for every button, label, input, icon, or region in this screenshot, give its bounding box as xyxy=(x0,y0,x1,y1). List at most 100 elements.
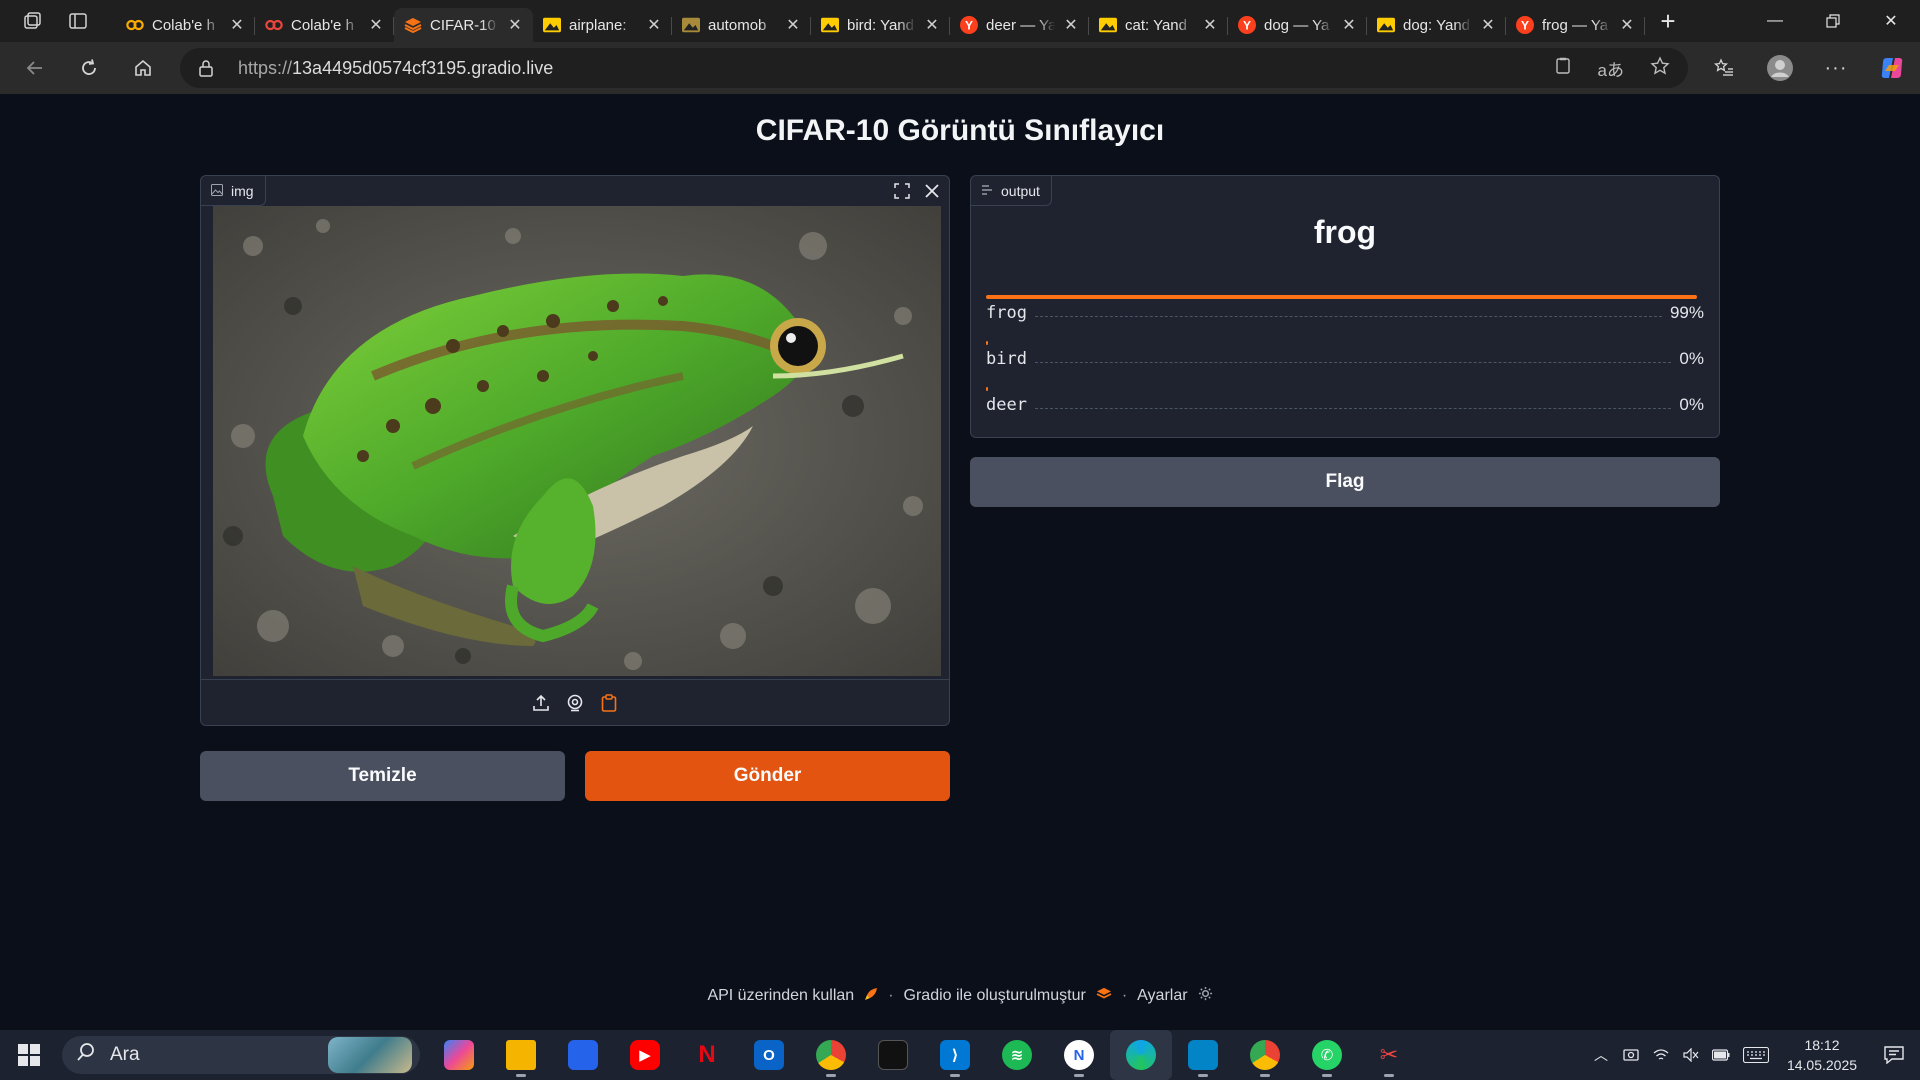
url-scheme: https:// xyxy=(238,57,293,78)
yandex-icon: Y xyxy=(1238,16,1256,34)
copilot-icon[interactable] xyxy=(1864,42,1920,94)
close-tab-icon[interactable]: ✕ xyxy=(229,17,245,34)
close-tab-icon[interactable]: ✕ xyxy=(924,17,940,34)
calendar-app-icon[interactable] xyxy=(552,1030,614,1080)
back-arrow-icon[interactable] xyxy=(8,48,62,88)
browser-tab[interactable]: airplane: ✕ xyxy=(533,8,672,42)
image-input-panel[interactable]: img xyxy=(200,175,950,726)
video-editor-icon[interactable] xyxy=(1172,1030,1234,1080)
new-tab-plus-icon[interactable]: + xyxy=(1645,0,1691,42)
vertical-tabs-icon[interactable] xyxy=(66,9,90,33)
nordvpn-icon[interactable]: N xyxy=(1048,1030,1110,1080)
clear-image-close-icon[interactable] xyxy=(921,180,943,202)
volume-muted-icon[interactable] xyxy=(1676,1030,1706,1080)
close-tab-icon[interactable]: ✕ xyxy=(1063,17,1079,34)
search-icon xyxy=(76,1042,96,1068)
upload-icon[interactable] xyxy=(531,693,551,713)
image-input-label-text: img xyxy=(231,182,254,199)
whatsapp-icon[interactable]: ✆ xyxy=(1296,1030,1358,1080)
profile-avatar-icon[interactable] xyxy=(1752,42,1808,94)
browser-tab[interactable]: Colab'e h ✕ xyxy=(255,8,394,42)
webcam-icon[interactable] xyxy=(565,693,585,713)
fullscreen-icon[interactable] xyxy=(891,180,913,202)
favorite-star-icon[interactable] xyxy=(1650,55,1670,81)
reload-icon[interactable] xyxy=(62,48,116,88)
translate-icon[interactable]: aあ xyxy=(1598,56,1624,81)
browser-tab[interactable]: dog: Yand ✕ xyxy=(1367,8,1506,42)
clear-button[interactable]: Temizle xyxy=(200,751,565,801)
spotify-icon[interactable]: ≋ xyxy=(986,1030,1048,1080)
workspaces-icon[interactable] xyxy=(20,9,44,33)
submit-button[interactable]: Gönder xyxy=(585,751,950,801)
edge-icon[interactable] xyxy=(1110,1030,1172,1080)
favorites-list-icon[interactable] xyxy=(1696,42,1752,94)
clipboard-icon[interactable] xyxy=(599,693,619,713)
built-with-gradio-link[interactable]: Gradio ile oluşturulmuştur xyxy=(904,987,1086,1005)
svg-text:Y: Y xyxy=(1521,19,1529,33)
outlook-icon[interactable]: O xyxy=(738,1030,800,1080)
snipping-tool-icon[interactable]: ✂ xyxy=(1358,1030,1420,1080)
tray-app-icon[interactable] xyxy=(1616,1030,1646,1080)
copilot-app-icon[interactable] xyxy=(428,1030,490,1080)
label-icon xyxy=(981,183,993,199)
browser-tab[interactable]: Y frog — Ya ✕ xyxy=(1506,8,1645,42)
home-icon[interactable] xyxy=(116,48,170,88)
confidence-bar xyxy=(986,387,989,391)
tab-title: automob xyxy=(708,16,767,34)
minimize-icon[interactable]: — xyxy=(1746,0,1804,42)
clock-time: 18:12 xyxy=(1804,1037,1840,1053)
file-explorer-icon[interactable] xyxy=(490,1030,552,1080)
battery-icon[interactable] xyxy=(1706,1030,1736,1080)
yandex-icon: Y xyxy=(960,16,978,34)
browser-tab[interactable]: automob ✕ xyxy=(672,8,811,42)
close-tab-icon[interactable]: ✕ xyxy=(785,17,801,34)
browser-tab[interactable]: cat: Yand ✕ xyxy=(1089,8,1228,42)
more-menu-icon[interactable]: ··· xyxy=(1808,42,1864,94)
tray-chevron-up-icon[interactable]: ︿ xyxy=(1586,1030,1616,1080)
chrome-profile-icon[interactable] xyxy=(1234,1030,1296,1080)
notifications-icon[interactable] xyxy=(1868,1030,1920,1080)
settings-link[interactable]: Ayarlar xyxy=(1137,987,1187,1005)
footer-separator: · xyxy=(888,987,894,1004)
windows-start-icon[interactable] xyxy=(0,1030,58,1080)
youtube-icon[interactable]: ▶ xyxy=(614,1030,676,1080)
wifi-icon[interactable] xyxy=(1646,1030,1676,1080)
use-via-api-link[interactable]: API üzerinden kullan xyxy=(707,987,854,1005)
lock-icon[interactable] xyxy=(198,59,218,77)
chrome-icon[interactable] xyxy=(800,1030,862,1080)
close-tab-icon[interactable]: ✕ xyxy=(646,17,662,34)
taskbar-search-box[interactable]: Ara xyxy=(62,1036,420,1074)
browser-tab[interactable]: Y deer — Ya ✕ xyxy=(950,8,1089,42)
rocket-icon xyxy=(864,987,878,1006)
browser-tab[interactable]: Colab'e h ✕ xyxy=(116,8,255,42)
browser-tab[interactable]: Y dog — Ya ✕ xyxy=(1228,8,1367,42)
gear-icon xyxy=(1198,986,1213,1006)
close-window-icon[interactable]: ✕ xyxy=(1862,0,1920,42)
restore-icon[interactable] xyxy=(1804,0,1862,42)
browser-tab-active[interactable]: CIFAR-10 ✕ xyxy=(394,8,533,42)
vscode-icon[interactable]: ⟩ xyxy=(924,1030,986,1080)
close-tab-icon[interactable]: ✕ xyxy=(1202,17,1218,34)
browser-tab[interactable]: bird: Yand ✕ xyxy=(811,8,950,42)
close-tab-icon[interactable]: ✕ xyxy=(368,17,384,34)
keyboard-icon[interactable] xyxy=(1736,1030,1776,1080)
close-tab-icon[interactable]: ✕ xyxy=(1480,17,1496,34)
footer-separator: · xyxy=(1121,987,1128,1004)
close-tab-icon[interactable]: ✕ xyxy=(1619,17,1635,34)
close-tab-icon[interactable]: ✕ xyxy=(1341,17,1357,34)
top-prediction: frog xyxy=(1313,214,1377,250)
output-label-text: output xyxy=(1001,182,1040,199)
url-bar[interactable]: https://13a4495d0574cf3195.gradio.live a… xyxy=(180,48,1688,88)
confidence-label: frog xyxy=(986,303,1027,323)
yandex-images-icon xyxy=(1099,16,1117,34)
svg-text:Y: Y xyxy=(965,19,973,33)
flag-button[interactable]: Flag xyxy=(970,457,1720,507)
windows-taskbar: Ara ▶ N O ⟩ ≋ N ✆ ✂ ︿ 18:12 14.05.2025 xyxy=(0,1030,1920,1080)
system-clock[interactable]: 18:12 14.05.2025 xyxy=(1776,1035,1868,1075)
split-screen-icon[interactable] xyxy=(1554,57,1572,80)
netflix-icon[interactable]: N xyxy=(676,1030,738,1080)
browser-tab-bar: Colab'e h ✕ Colab'e h ✕ CIFAR-10 ✕ airpl… xyxy=(0,0,1920,42)
roblox-studio-icon[interactable] xyxy=(862,1030,924,1080)
gradio-app: CIFAR-10 Görüntü Sınıflayıcı img output … xyxy=(6,94,1914,1026)
close-tab-icon[interactable]: ✕ xyxy=(507,17,523,34)
